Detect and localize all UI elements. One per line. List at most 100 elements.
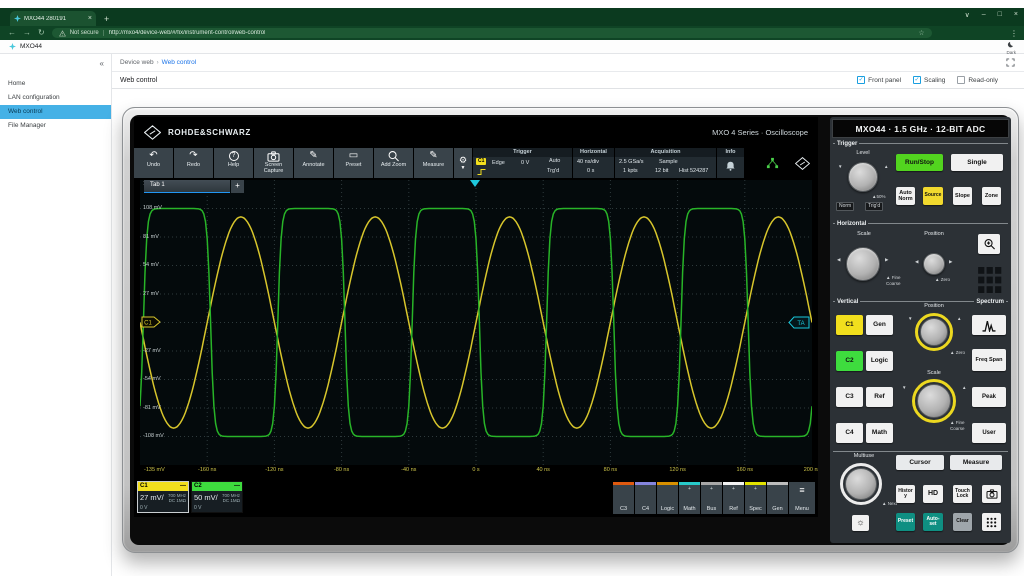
trigger-position-marker[interactable]	[470, 180, 480, 187]
checkbox-read-only[interactable]	[957, 76, 965, 84]
reload-icon[interactable]: ↻	[38, 28, 45, 38]
address-field[interactable]: Not secure http://mxo4/device-web/#/fix/…	[52, 28, 932, 38]
zone-button[interactable]: Zone	[982, 187, 1001, 205]
option-read-only[interactable]: Read-only	[957, 76, 998, 84]
trigger-source-button[interactable]: Source	[923, 187, 943, 205]
vertical-c2-button[interactable]: C2	[836, 351, 863, 371]
breadcrumb-parent[interactable]: Device web	[120, 59, 154, 66]
sidebar-item-web-control[interactable]: Web control	[0, 105, 111, 119]
tab-tab1[interactable]: Tab 1	[144, 180, 230, 193]
trigger-level-marker[interactable]: TA	[788, 316, 810, 329]
apps-button[interactable]	[982, 513, 1001, 531]
badge-minimize-icon[interactable]: —	[234, 482, 240, 491]
sidebar-item-lan-configuration[interactable]: LAN configuration	[0, 91, 111, 105]
cursor-button[interactable]: Cursor	[896, 455, 944, 470]
freq-span-button[interactable]: Freq Span	[972, 349, 1006, 371]
trigger-info-panel[interactable]: Trigger C1 Edge 0 V Auto Trg'd	[473, 148, 573, 178]
waveform-display[interactable]: 135 mV108 mV81 mV54 mV27 mV-27 mV-54 mV-…	[140, 180, 812, 465]
screenshot-button[interactable]	[982, 485, 1001, 503]
oscilloscope-front-panel: ROHDE&SCHWARZ MXO 4 Series · Oscilloscop…	[130, 115, 1011, 545]
channel-badge-c2[interactable]: C2—50 mV/700 MHzDC 1MΩ0 V	[191, 481, 243, 513]
browser-tab[interactable]: MXO44 280191 ×	[10, 11, 96, 26]
user-button[interactable]: User	[972, 423, 1006, 443]
info-panel[interactable]: Info	[717, 148, 745, 178]
signal-button-math[interactable]: +Math	[679, 482, 700, 514]
auto-norm-button[interactable]: Auto Norm	[896, 187, 915, 205]
back-icon[interactable]: ←	[8, 28, 16, 38]
signal-button-spec[interactable]: +Spec	[745, 482, 766, 514]
option-scaling[interactable]: ✓Scaling	[913, 76, 945, 84]
channel1-offset-marker[interactable]: C1	[141, 316, 161, 328]
sidebar-collapse-icon[interactable]: «	[100, 59, 104, 68]
option-front-panel[interactable]: ✓Front panel	[857, 76, 901, 84]
vertical-gen-button[interactable]: Gen	[866, 315, 893, 335]
vertical-logic-button[interactable]: Logic	[866, 351, 893, 371]
menu-button[interactable]: ≡Menu	[789, 482, 815, 514]
chevron-down-icon: ▼	[461, 166, 466, 171]
toolbar-preset-button[interactable]: ▭Preset	[334, 148, 373, 178]
tab-close-icon[interactable]: ×	[88, 15, 92, 22]
toolbar-annotate-button[interactable]: ✎Annotate	[294, 148, 333, 178]
vertical-c3-button[interactable]: C3	[836, 387, 863, 407]
signal-button-c3[interactable]: C3	[613, 482, 634, 514]
peak-button[interactable]: Peak	[972, 387, 1006, 407]
preset-button[interactable]: Preset	[896, 513, 915, 531]
multiuse-knob[interactable]	[840, 463, 882, 505]
badge-minimize-icon[interactable]: —	[180, 482, 186, 491]
forward-icon[interactable]: →	[23, 28, 31, 38]
vertical-scale-knob[interactable]	[912, 379, 956, 423]
trigger-level-knob[interactable]	[848, 162, 878, 192]
window-maximize-icon[interactable]: □	[998, 11, 1002, 19]
horizontal-info-panel[interactable]: Horizontal 40 ns/div 0 s	[573, 148, 615, 178]
signal-button-c4[interactable]: C4	[635, 482, 656, 514]
hd-button[interactable]: HD	[923, 485, 943, 503]
sidebar-item-file-manager[interactable]: File Manager	[0, 119, 111, 133]
keypad-grid-icon[interactable]	[978, 267, 1002, 293]
toolbar-redo-button[interactable]: ↷Redo	[174, 148, 213, 178]
window-close-icon[interactable]: ×	[1014, 11, 1018, 19]
window-menu-icon[interactable]: ∨	[965, 11, 970, 19]
vertical-position-knob[interactable]	[915, 313, 953, 351]
vertical-c1-button[interactable]: C1	[836, 315, 863, 335]
history-button[interactable]: History	[896, 485, 915, 503]
intensity-button[interactable]: ☼	[852, 515, 869, 531]
browser-menu-icon[interactable]: ⋮	[1010, 29, 1018, 38]
signal-button-ref[interactable]: +Ref	[723, 482, 744, 514]
toolbar-undo-button[interactable]: ↶Undo	[134, 148, 173, 178]
settings-button[interactable]: ⚙ ▼	[454, 148, 472, 178]
undo-icon: ↶	[149, 150, 157, 162]
vertical-ref-button[interactable]: Ref	[866, 387, 893, 407]
single-button[interactable]: Single	[951, 154, 1003, 171]
window-minimize-icon[interactable]: –	[982, 11, 986, 19]
norm-indicator: Norm	[836, 202, 854, 211]
toolbar-add-zoom-button[interactable]: Add Zoom	[374, 148, 413, 178]
autoset-button[interactable]: Auto-set	[923, 513, 943, 531]
checkbox-scaling[interactable]: ✓	[913, 76, 921, 84]
signal-button-logic[interactable]: Logic	[657, 482, 678, 514]
bookmark-star-icon[interactable]: ☆	[918, 29, 924, 37]
horizontal-scale-knob[interactable]	[846, 247, 880, 281]
vertical-math-button[interactable]: Math	[866, 423, 893, 443]
horizontal-position-knob[interactable]	[923, 253, 945, 275]
toolbar-screen-capture-button[interactable]: Screen Capture	[254, 148, 293, 178]
new-tab-button[interactable]: +	[104, 12, 109, 26]
slope-button[interactable]: Slope	[953, 187, 972, 205]
channel-badge-c1[interactable]: C1—27 mV/700 MHzDC 1MΩ0 V	[137, 481, 189, 513]
touch-lock-button[interactable]: Touch Lock	[953, 485, 972, 503]
breadcrumb-current[interactable]: Web control	[162, 59, 197, 66]
zoom-button[interactable]	[978, 234, 1000, 254]
toolbar-help-button[interactable]: ?Help	[214, 148, 253, 178]
vertical-c4-button[interactable]: C4	[836, 423, 863, 443]
spectrum-button[interactable]	[972, 315, 1006, 335]
checkbox-front-panel[interactable]: ✓	[857, 76, 865, 84]
clear-button[interactable]: Clear	[953, 513, 972, 531]
add-tab-button[interactable]: +	[231, 180, 244, 193]
fullscreen-icon[interactable]	[1006, 58, 1015, 67]
toolbar-measure-button[interactable]: ✎Measure	[414, 148, 453, 178]
acquisition-info-panel[interactable]: Acquisition 2.5 GSa/s Sample 1 kpts 12 b…	[615, 148, 717, 178]
measure-button[interactable]: Measure	[950, 455, 1002, 470]
sidebar-item-home[interactable]: Home	[0, 77, 111, 91]
signal-button-bus[interactable]: +Bus	[701, 482, 722, 514]
signal-button-gen[interactable]: Gen	[767, 482, 788, 514]
run-stop-button[interactable]: Run/Stop	[896, 154, 943, 171]
